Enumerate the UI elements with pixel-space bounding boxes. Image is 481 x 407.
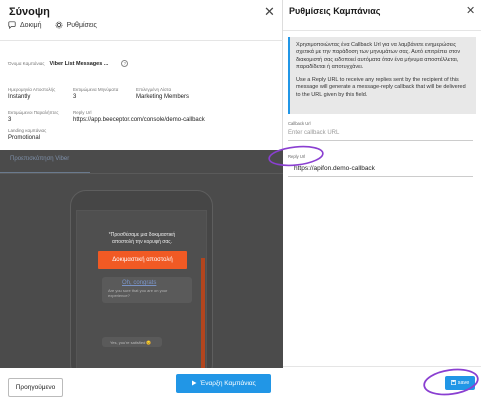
summary-title: Σύνοψη [9,6,50,18]
test-send-button[interactable]: Δοκιμαστική αποστολή [98,251,187,269]
preview-note: *Προσθέσαμε μια δοκιμαστική αποστολή την… [108,232,176,245]
reply-url-field: Reply Url https://apifon.demo-callback [288,154,473,177]
send-date-value: Instantly [8,94,31,100]
campaign-name-value: Viber List Messages ... [49,60,109,67]
callback-url-field: Callback Url Enter callback URL [288,121,473,141]
campaign-name-label: Όνομα Καμπάνιας [8,61,45,66]
reply-url-cell: Reply Url https://app.beeceptor.com/cons… [73,110,205,123]
bubble-text: Are you sure that you are on your experi… [108,288,168,299]
save-icon [450,379,456,387]
header-divider [0,40,283,41]
chat-icon [8,21,16,29]
start-campaign-label: Έναρξη Καμπάνιας [200,380,256,387]
summary-footer: Προηγούμενο Έναρξη Καμπάνιας [0,368,283,407]
reply-url-input[interactable]: https://apifon.demo-callback [288,165,473,177]
campaign-name-row: Όνομα Καμπάνιας Viber List Messages ... … [8,60,129,67]
reply-url-field-label: Reply Url [288,154,306,159]
send-date-label: Ημερομηνία Αποστολής [8,87,56,92]
selected-list-label: Επιλεγμένη Λίστα [136,87,172,92]
details-row-2: Εκτιμώμενοι Παραλήπτες 3 Reply Url https… [8,110,205,123]
info-paragraph-greek: Χρησιμοποιώντας ένα Callback Url για να … [296,42,461,71]
campaign-settings-panel: Ρυθμίσεις Καμπάνιας ✕ Χρησιμοποιώντας έν… [283,0,481,407]
bubble-link[interactable]: Oh, congrats [122,280,156,286]
summary-tabs: Δοκιμή Ρυθμίσεις [8,21,97,29]
estimated-recipients-label: Εκτιμώμενοι Παραλήπτες [8,110,59,115]
previous-button[interactable]: Προηγούμενο [8,378,63,397]
summary-panel: Σύνοψη ✕ Δοκιμή Ρυθμίσεις Όνομα Καμπάνια… [0,0,283,407]
estimated-messages-value: 3 [73,94,77,100]
preview-tab[interactable]: Προεπισκόπηση Viber [10,156,69,162]
info-paragraph-english: Use a Reply URL to receive any replies s… [296,76,466,98]
estimated-recipients-value: 3 [8,117,12,123]
settings-footer-divider [283,366,481,367]
save-label: save [457,380,470,386]
callback-url-input[interactable]: Enter callback URL [288,130,473,141]
reply-url-label: Reply Url [73,110,92,115]
settings-divider [283,30,481,31]
reply-url-value: https://app.beeceptor.com/console/demo-c… [73,117,205,123]
summary-header: Σύνοψη ✕ Δοκιμή Ρυθμίσεις [0,0,283,40]
estimated-messages-label: Εκτιμώμενα Μηνύματα [73,87,119,92]
play-icon [191,380,197,388]
tab-test-label: Δοκιμή [20,21,42,29]
callback-url-label: Callback Url [288,121,311,126]
gear-icon [55,21,63,29]
close-icon[interactable]: ✕ [264,4,275,20]
preview-separator [0,173,283,174]
tab-settings-label: Ρυθμίσεις [66,21,97,29]
tab-settings[interactable]: Ρυθμίσεις [55,21,97,29]
details-row-1: Ημερομηνία Αποστολής Instantly Εκτιμώμεν… [8,87,189,100]
close-icon[interactable]: ✕ [466,4,475,17]
save-button[interactable]: save [445,376,475,390]
estimated-messages-cell: Εκτιμώμενα Μηνύματα 3 [73,87,136,100]
tab-test[interactable]: Δοκιμή [8,21,42,29]
reply-bubble-text: Yes, you're satisfied 😊 [110,340,152,345]
selected-list-cell: Επιλεγμένη Λίστα Marketing Members [136,87,189,100]
landing-label: Landing καμπάνιας [8,128,47,133]
start-campaign-button[interactable]: Έναρξη Καμπάνιας [176,374,271,393]
selected-list-value: Marketing Members [136,94,190,100]
landing-value: Promotional [8,135,41,141]
send-date-cell: Ημερομηνία Αποστολής Instantly [8,87,73,100]
help-icon[interactable]: ? [121,60,129,67]
details-row-3: Landing καμπάνιας Promotional [8,128,46,141]
landing-cell: Landing καμπάνιας Promotional [8,128,46,141]
settings-title: Ρυθμίσεις Καμπάνιας [289,6,381,16]
callback-info-box: Χρησιμοποιώντας ένα Callback Url για να … [288,37,476,114]
phone-scroll-accent [201,258,205,368]
estimated-recipients-cell: Εκτιμώμενοι Παραλήπτες 3 [8,110,73,123]
